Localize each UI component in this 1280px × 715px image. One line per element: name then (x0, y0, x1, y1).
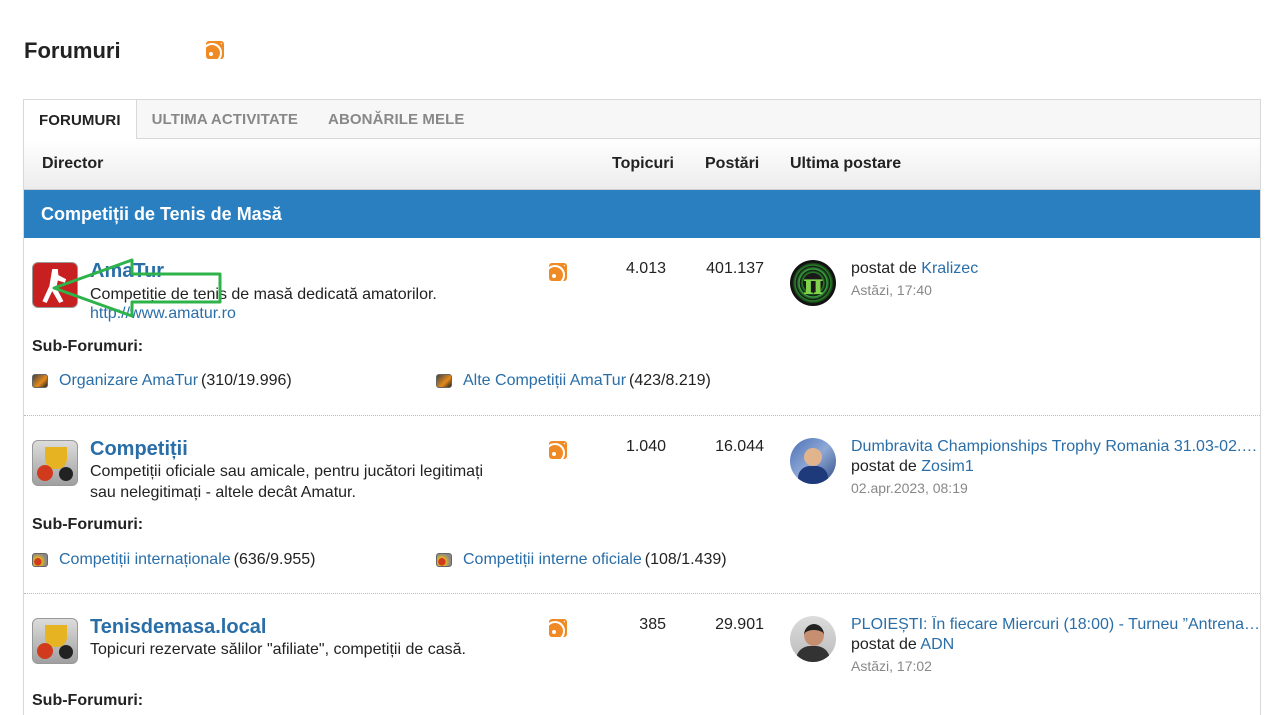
subforum-item: Competiții interne oficiale (108/1.439) (436, 551, 727, 569)
tab-abonarile-mele[interactable]: ABONĂRILE MELE (313, 100, 479, 139)
subforums-label: Sub-Forumuri: (32, 516, 144, 533)
topic-count: 1.040 (625, 438, 666, 455)
post-count: 29.901 (715, 616, 764, 633)
subforum-icon (436, 553, 452, 567)
subforum-link[interactable]: Organizare AmaTur (59, 372, 198, 390)
forum-row-tenisdemasa-local: Tenisdemasa.local Topicuri rezervate săl… (24, 594, 1261, 715)
last-post-title[interactable]: Dumbravita Championships Trophy Romania … (851, 438, 1261, 456)
forum-row-competitii: Competiții Competiții oficiale sau amica… (24, 416, 1261, 594)
rss-feed-icon[interactable] (549, 441, 567, 459)
column-director: Director (42, 155, 104, 172)
last-post-author: postat de Zosim1 (851, 458, 974, 475)
page-title: Forumuri (24, 38, 121, 63)
subforum-link[interactable]: Competiții interne oficiale (463, 551, 642, 569)
subforum-counts: (423/8.219) (629, 372, 711, 389)
avatar[interactable] (790, 438, 836, 484)
tab-forumuri[interactable]: FORUMURI (24, 100, 137, 140)
rss-feed-icon[interactable] (549, 619, 567, 637)
subforum-counts: (310/19.996) (201, 372, 292, 389)
last-post-title[interactable]: PLOIEȘTI: În fiecare Miercuri (18:00) - … (851, 616, 1261, 634)
forum-panel: FORUMURI ULTIMA ACTIVITATE ABONĂRILE MEL… (23, 99, 1261, 715)
annotation-arrow-icon (52, 258, 222, 318)
last-post-time: Astăzi, 17:02 (851, 658, 932, 674)
forum-title[interactable]: Tenisdemasa.local (90, 616, 266, 639)
rss-feed-icon[interactable] (206, 41, 224, 59)
subforum-item: Alte Competiții AmaTur (423/8.219) (436, 372, 711, 390)
avatar[interactable]: π (790, 260, 836, 306)
author-link[interactable]: ADN (920, 636, 954, 653)
subforum-counts: (108/1.439) (644, 551, 727, 568)
column-posts: Postări (705, 155, 760, 172)
post-count: 16.044 (715, 438, 764, 455)
subforums-label: Sub-Forumuri: (32, 692, 144, 709)
category-header[interactable]: Competiții de Tenis de Masă (24, 190, 1260, 238)
author-link[interactable]: Zosim1 (921, 458, 973, 475)
last-post-author: postat de ADN (851, 636, 955, 653)
subforums-label: Sub-Forumuri: (32, 338, 144, 355)
last-post-time: 02.apr.2023, 08:19 (851, 480, 968, 496)
column-topics: Topicuri (612, 155, 674, 172)
trophy-icon[interactable] (32, 618, 78, 664)
subforum-icon (32, 553, 48, 567)
last-post-author: postat de Kralizec (851, 260, 979, 277)
tab-bar: FORUMURI ULTIMA ACTIVITATE ABONĂRILE MEL… (24, 100, 1260, 140)
forum-description: Topicuri rezervate sălilor "afiliate", c… (90, 641, 466, 658)
author-link[interactable]: Kralizec (921, 260, 978, 277)
subforum-item: Organizare AmaTur (310/19.996) (32, 372, 292, 390)
avatar[interactable] (790, 616, 836, 662)
trophy-icon[interactable] (32, 440, 78, 486)
column-header: Director Topicuri Postări Ultima postare (24, 139, 1260, 190)
topic-count: 4.013 (625, 260, 666, 277)
tab-ultima-activitate[interactable]: ULTIMA ACTIVITATE (137, 100, 313, 139)
subforum-icon (436, 374, 452, 388)
subforum-link[interactable]: Competiții internaționale (59, 551, 231, 569)
last-post-time: Astăzi, 17:40 (851, 282, 932, 298)
post-count: 401.137 (706, 260, 764, 277)
subforum-link[interactable]: Alte Competiții AmaTur (463, 372, 626, 390)
column-last-post: Ultima postare (790, 155, 902, 172)
forum-title[interactable]: Competiții (90, 438, 188, 461)
forum-description: Competiții oficiale sau amicale, pentru … (90, 463, 484, 501)
topic-count: 385 (639, 616, 666, 633)
subforum-item: Competiții internaționale (636/9.955) (32, 551, 316, 569)
subforum-icon (32, 374, 48, 388)
subforum-counts: (636/9.955) (233, 551, 316, 568)
rss-feed-icon[interactable] (549, 263, 567, 281)
